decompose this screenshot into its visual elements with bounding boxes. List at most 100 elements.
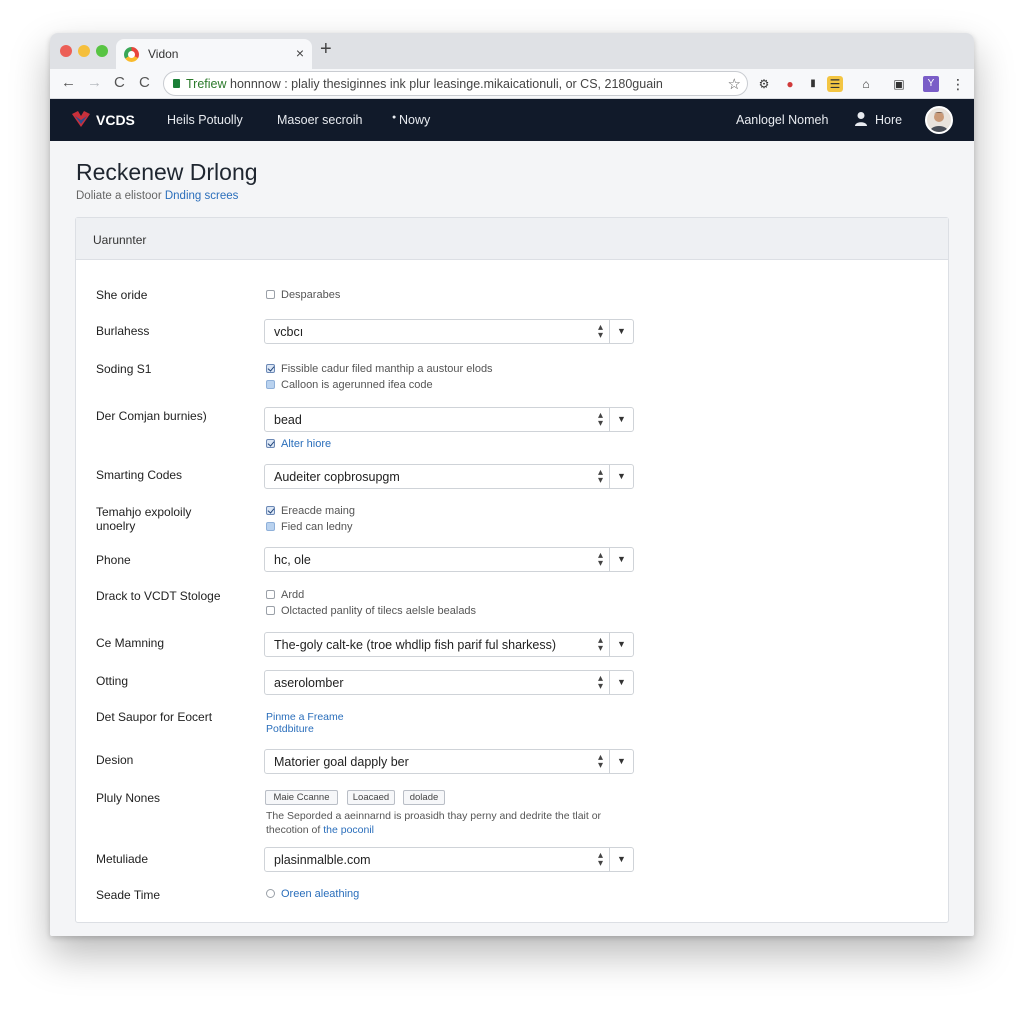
- checkbox-calloon[interactable]: Calloon is agerunned ifea code: [266, 379, 433, 392]
- select-burlahess[interactable]: vcbcı ▴ ▾ ▼: [264, 319, 634, 344]
- link-potdbiture[interactable]: Potdbiture: [266, 723, 314, 735]
- notes-description: The Seporded a aeinnarnd is proasidh tha…: [266, 809, 626, 837]
- select-der-comjan[interactable]: bead ▴ ▾ ▼: [264, 407, 634, 432]
- nav-link-2[interactable]: Masoer secroih: [277, 113, 362, 127]
- chevron-down-icon[interactable]: ▼: [609, 320, 633, 343]
- page-subtitle: Doliate a elistoor Dnding screes: [76, 190, 238, 202]
- user-icon: [855, 112, 867, 126]
- checkbox-box[interactable]: [266, 606, 275, 615]
- address-bar[interactable]: Trefiew honnnow : plaliy thesiginnes ink…: [163, 71, 748, 96]
- select-metuliade[interactable]: plasinmalble.com ▴ ▾ ▼: [264, 847, 634, 872]
- checkbox-flssible[interactable]: Fissible cadur filed manthip a austour e…: [266, 363, 493, 376]
- row-label: Otting: [96, 674, 129, 688]
- chevron-down-icon[interactable]: ▼: [609, 848, 633, 871]
- back-icon[interactable]: ←: [61, 74, 76, 91]
- checkbox-box[interactable]: [266, 380, 275, 389]
- checkbox-box[interactable]: [266, 506, 275, 515]
- checkbox-olctacted[interactable]: Olctacted panlity of tilecs aelsle beala…: [266, 605, 476, 618]
- updown-icon: ▴ ▾: [597, 635, 603, 654]
- chart-extension-icon[interactable]: ▮: [805, 76, 821, 92]
- page-subtitle-link[interactable]: Dnding screes: [165, 190, 239, 202]
- chevron-down-icon[interactable]: ▼: [609, 408, 633, 431]
- settings-panel: Uarunnter She oride Desparabes Burlahess…: [75, 217, 949, 923]
- url-text: Trefiew honnnow : plaliy thesiginnes ink…: [186, 77, 663, 91]
- row-label: Soding S1: [96, 362, 152, 376]
- home-link[interactable]: Hore: [875, 113, 902, 127]
- app-logo-text[interactable]: VCDS: [96, 112, 135, 128]
- checkbox-ereacde[interactable]: Ereacde maing: [266, 505, 355, 518]
- select-desion[interactable]: Matorier goal dapply ber ▴ ▾ ▼: [264, 749, 634, 774]
- checkbox-fied[interactable]: Fied can ledny: [266, 521, 353, 534]
- row-label: Det Saupor for Eocert: [96, 710, 213, 724]
- chevron-down-icon[interactable]: ▼: [609, 671, 633, 694]
- checkbox-box[interactable]: [266, 364, 275, 373]
- checkbox-desparabes[interactable]: Desparabes: [266, 289, 340, 302]
- select-otting[interactable]: aserolomber ▴ ▾ ▼: [264, 670, 634, 695]
- reload-icon-secondary[interactable]: C: [139, 74, 150, 91]
- forward-icon[interactable]: →: [87, 74, 102, 91]
- url-path: honnnow : plaliy thesiginnes ink plur le…: [226, 77, 663, 91]
- description-link[interactable]: the poconil: [323, 824, 374, 836]
- radio-label: Oreen aleathing: [281, 888, 360, 900]
- chip-button[interactable]: dolade: [403, 790, 445, 805]
- close-window-button[interactable]: [60, 45, 72, 57]
- row-label: Seade Time: [96, 888, 161, 902]
- select-phone[interactable]: hc, ole ▴ ▾ ▼: [264, 547, 634, 572]
- radio-circle[interactable]: [266, 889, 275, 898]
- updown-icon: ▴ ▾: [597, 322, 603, 341]
- chevron-down-icon[interactable]: ▼: [609, 548, 633, 571]
- link-pinme[interactable]: Pinme a Freame: [266, 711, 344, 723]
- maximize-window-button[interactable]: [96, 45, 108, 57]
- select-value: bead: [274, 413, 302, 427]
- checkbox-label: Fissible cadur filed manthip a austour e…: [281, 363, 493, 375]
- settings-gear-icon[interactable]: ⚙: [756, 76, 772, 92]
- bookmark-star-icon[interactable]: ☆: [728, 75, 741, 93]
- chevron-down-icon[interactable]: ▼: [609, 633, 633, 656]
- nav-link-1[interactable]: Heils Potuolly: [167, 113, 243, 127]
- chip-button[interactable]: Maie Ccanne: [265, 790, 338, 805]
- radio-oreen[interactable]: Oreen aleathing: [266, 888, 359, 901]
- select-value: Audeiter copbrosupgm: [274, 470, 400, 484]
- checkbox-box[interactable]: [266, 590, 275, 599]
- browser-tab[interactable]: Vidon ×: [116, 39, 312, 69]
- checkbox-box[interactable]: [266, 439, 275, 448]
- tab-close-icon[interactable]: ×: [296, 45, 304, 61]
- chevron-down-icon[interactable]: ▼: [609, 750, 633, 773]
- row-label: Metuliade: [96, 852, 149, 866]
- chip-button[interactable]: Loacaed: [347, 790, 395, 805]
- new-tab-button[interactable]: +: [320, 39, 332, 59]
- select-value: Matorier goal dapply ber: [274, 755, 409, 769]
- avatar[interactable]: [925, 106, 953, 134]
- chrome-icon: [124, 47, 139, 62]
- avatar-face-icon: [930, 112, 948, 132]
- select-smarting-codes[interactable]: Audeiter copbrosupgm ▴ ▾ ▼: [264, 464, 634, 489]
- checkbox-box[interactable]: [266, 522, 275, 531]
- row-label: Temahjo expoloily unoelry: [96, 505, 192, 533]
- select-value: aserolomber: [274, 676, 344, 690]
- account-link[interactable]: Aanlogel Nomeh: [736, 113, 828, 127]
- yahoo-extension-icon[interactable]: Y: [923, 76, 939, 92]
- record-icon[interactable]: ●: [782, 76, 798, 92]
- checkbox-box[interactable]: [266, 290, 275, 299]
- nav-bullet-icon: ●: [392, 114, 397, 121]
- checkbox-alter-hiore[interactable]: Alter hiore: [266, 438, 331, 451]
- checkbox-ardd[interactable]: Ardd: [266, 589, 304, 602]
- updown-icon: ▴ ▾: [597, 752, 603, 771]
- notes-extension-icon[interactable]: ☰: [827, 76, 843, 92]
- home-icon[interactable]: ⌂: [858, 76, 874, 92]
- chevron-down-icon[interactable]: ▼: [609, 465, 633, 488]
- checkbox-label: Ardd: [281, 589, 305, 601]
- reload-icon[interactable]: C: [114, 74, 125, 91]
- row-label: Pluly Nones: [96, 791, 161, 805]
- select-ce-mamning[interactable]: The-goly calt-ke (troe whdlip fish parif…: [264, 632, 634, 657]
- select-value: plasinmalble.com: [274, 853, 371, 867]
- row-label: Ce Mamning: [96, 636, 165, 650]
- app-header: VCDS Heils Potuolly Masoer secroih ● Now…: [50, 99, 974, 141]
- menu-kebab-icon[interactable]: ⋮: [950, 76, 966, 92]
- updown-icon: ▴ ▾: [597, 467, 603, 486]
- updown-icon: ▴ ▾: [597, 550, 603, 569]
- bag-icon[interactable]: ▣: [891, 76, 907, 92]
- page-title: Reckenew Drlong: [76, 159, 258, 185]
- nav-link-3[interactable]: Nowy: [399, 113, 430, 127]
- minimize-window-button[interactable]: [78, 45, 90, 57]
